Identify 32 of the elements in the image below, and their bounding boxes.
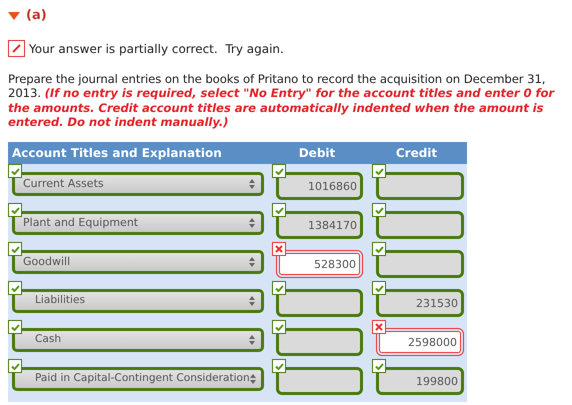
account-select[interactable]: Goodwill xyxy=(12,250,264,274)
debit-field[interactable] xyxy=(276,328,363,356)
debit-field[interactable] xyxy=(276,289,363,317)
debit-field[interactable]: 528300 xyxy=(279,253,360,275)
updown-caret-icon xyxy=(249,335,255,345)
pencil-icon xyxy=(8,40,25,57)
updown-caret-icon xyxy=(249,296,255,306)
credit-field[interactable]: 2598000 xyxy=(379,331,461,353)
updown-caret-icon xyxy=(250,374,256,384)
column-header: Credit xyxy=(394,145,438,162)
credit-field[interactable] xyxy=(376,211,464,239)
column-header: Debit xyxy=(298,145,336,162)
credit-field[interactable] xyxy=(376,250,464,278)
credit-field[interactable] xyxy=(376,172,464,200)
account-select[interactable]: Cash xyxy=(12,328,264,352)
account-select[interactable]: Paid in Capital-Contingent Consideration xyxy=(12,367,264,391)
part-label: (a) xyxy=(26,7,47,25)
debit-field[interactable]: 1016860 xyxy=(276,172,363,200)
debit-field[interactable] xyxy=(276,367,363,395)
account-select[interactable]: Liabilities xyxy=(12,289,264,313)
account-select[interactable]: Current Assets xyxy=(12,172,264,196)
updown-caret-icon xyxy=(249,179,255,189)
debit-field[interactable]: 1384170 xyxy=(276,211,363,239)
updown-caret-icon xyxy=(249,257,255,267)
credit-field[interactable]: 199800 xyxy=(376,367,464,395)
updown-caret-icon xyxy=(249,218,255,228)
instructions-text: Prepare the journal entries on the books of Pritano to record the acquisition on December 31, 2013. (If no entry is required, select "No Entry" for the account titles and enter 0 for the amounts. Credit account titles are automatically indented when the amount is entered. Do not indent manually.) xyxy=(8,72,556,130)
credit-field[interactable]: 231530 xyxy=(376,289,464,317)
status-message: Your answer is partially correct. Try again. xyxy=(29,40,284,58)
column-header: Account Titles and Explanation xyxy=(11,145,223,162)
account-select[interactable]: Plant and Equipment xyxy=(12,211,264,235)
disclosure-triangle-icon[interactable] xyxy=(8,12,20,20)
